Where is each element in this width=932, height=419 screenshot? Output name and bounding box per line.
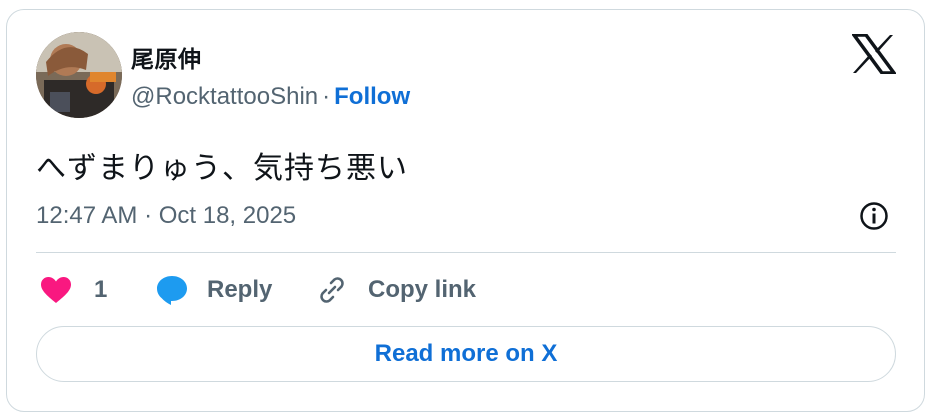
info-icon[interactable] — [859, 201, 889, 231]
avatar[interactable] — [36, 32, 122, 118]
reply-label: Reply — [207, 276, 273, 303]
like-count: 1 — [94, 276, 108, 303]
tweet-text: へずまりゅう、気持ち悪い — [36, 152, 408, 185]
tweet-timestamp[interactable]: 12:47 AM · Oct 18, 2025 — [36, 202, 296, 230]
copy-link-label: Copy link — [368, 276, 477, 303]
x-logo-icon[interactable] — [850, 33, 898, 75]
like-button[interactable]: 1 — [40, 272, 107, 308]
follow-button[interactable]: Follow — [334, 83, 410, 110]
copy-link-button[interactable]: Copy link — [315, 272, 476, 308]
author-handle-row: @RocktattooShin · Follow — [131, 83, 410, 111]
read-more-button[interactable]: Read more on X — [36, 326, 896, 382]
embedded-tweet-card: 尾原伸 @RocktattooShin · Follow へずまりゅう、気持ち悪い … — [6, 9, 925, 412]
divider — [36, 252, 896, 253]
link-icon — [320, 277, 344, 303]
avatar-image — [36, 32, 122, 118]
author-display-name[interactable]: 尾原伸 — [131, 40, 202, 74]
read-more-label: Read more on X — [374, 340, 558, 367]
reply-bubble-icon — [157, 276, 187, 305]
reply-button[interactable]: Reply — [156, 272, 272, 308]
author-handle[interactable]: @RocktattooShin — [131, 83, 318, 110]
separator-dot: · — [322, 83, 331, 110]
heart-icon — [41, 277, 71, 303]
